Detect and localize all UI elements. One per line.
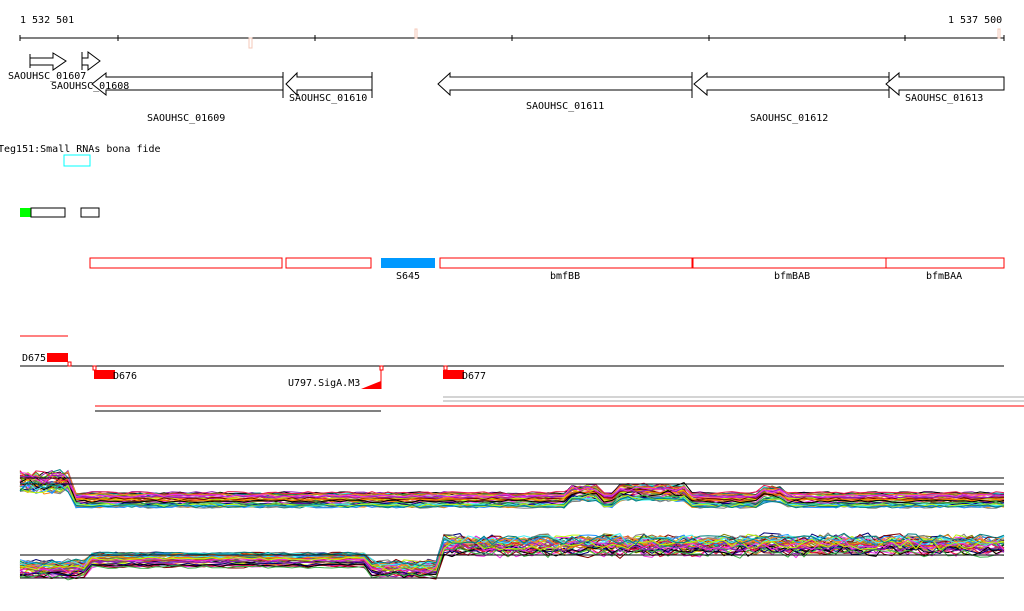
gene-arrow-01611[interactable]	[437, 71, 693, 98]
feature-box[interactable]	[80, 207, 100, 218]
small-rna-feature[interactable]	[63, 154, 91, 167]
operon-box[interactable]	[692, 257, 887, 269]
ruler-end: 1 537 500	[948, 15, 1002, 26]
promoter-label: D677	[462, 371, 486, 382]
gene-label: SAOUHSC_01609	[147, 113, 225, 124]
green-feature[interactable]	[20, 208, 31, 217]
operon-label: bfmBAB	[774, 271, 810, 282]
operon-label: bmfBB	[550, 271, 580, 282]
small-rna-track-label: Teg151:Small RNAs bona fide	[0, 144, 161, 155]
gene-label: SAOUHSC_01611	[526, 101, 604, 112]
promoter-d675[interactable]	[47, 353, 68, 362]
promoter-d677[interactable]	[443, 370, 464, 379]
promoter-d676[interactable]	[94, 370, 115, 379]
expression-profiles	[19, 469, 1005, 581]
operon-label: bfmBAA	[926, 271, 962, 282]
gene-arrow-01612[interactable]	[693, 71, 890, 98]
operon-box[interactable]	[885, 257, 1005, 269]
promoter-u797[interactable]	[361, 381, 381, 389]
expression-line	[19, 471, 1005, 496]
operon-box[interactable]	[439, 257, 693, 269]
gene-label: SAOUHSC_01612	[750, 113, 828, 124]
genome-browser-view: 1 532 501 1 537 500 SAOUHSC_01607 SAOUHS…	[0, 15, 1024, 581]
operon-box[interactable]	[285, 257, 372, 269]
expression-line	[19, 469, 1005, 496]
gene-arrow-01608[interactable]	[81, 51, 101, 71]
coordinate-ruler: 1 532 501 1 537 500	[19, 15, 1005, 49]
gene-label: SAOUHSC_01608	[51, 81, 129, 92]
promoter-label: D676	[113, 371, 137, 382]
promoter-label: D675	[22, 353, 46, 364]
expression-line	[19, 470, 1005, 496]
gene-arrow-01613[interactable]	[885, 71, 1005, 97]
operon-label: S645	[396, 271, 420, 282]
gene-arrow-01607[interactable]	[29, 52, 67, 71]
gene-track	[29, 51, 1005, 98]
gene-label: SAOUHSC_01613	[905, 93, 983, 104]
segment-s645[interactable]	[381, 258, 435, 268]
promoter-label: U797.SigA.M3	[288, 378, 360, 389]
ruler-start: 1 532 501	[20, 15, 74, 26]
gene-label: SAOUHSC_01610	[289, 93, 367, 104]
operon-box[interactable]	[89, 257, 283, 269]
feature-box[interactable]	[30, 207, 66, 218]
